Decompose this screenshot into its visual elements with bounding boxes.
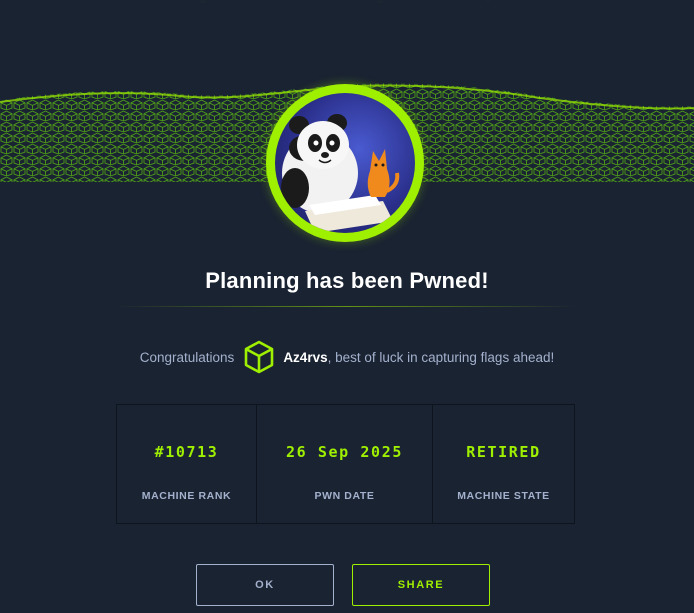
machine-avatar <box>266 84 424 242</box>
congrats-suffix: , best of luck in capturing flags ahead! <box>327 349 555 365</box>
stat-pwn-date: 26 Sep 2025 PWN DATE <box>257 405 433 523</box>
stat-label: PWN DATE <box>314 490 375 502</box>
stat-label: MACHINE STATE <box>457 490 550 502</box>
stats-panel: #10713 MACHINE RANK 26 Sep 2025 PWN DATE… <box>116 404 575 524</box>
congratulations-message: Congratulations Az4rvs , best of luck in… <box>0 340 694 374</box>
stat-value: #10713 <box>154 443 219 461</box>
stat-value: 26 Sep 2025 <box>286 443 403 461</box>
stat-label: MACHINE RANK <box>141 490 232 502</box>
username[interactable]: Az4rvs <box>283 350 327 365</box>
panda-machine-icon <box>275 93 415 233</box>
share-button[interactable]: SHARE <box>352 564 490 606</box>
user-cube-icon <box>245 340 274 374</box>
congrats-prefix: Congratulations <box>139 349 235 365</box>
stat-value: RETIRED <box>466 443 541 461</box>
stat-machine-rank: #10713 MACHINE RANK <box>117 405 257 523</box>
page-title: Planning has been Pwned! <box>205 268 489 293</box>
stat-machine-state: RETIRED MACHINE STATE <box>433 405 574 523</box>
title-divider <box>117 306 577 307</box>
ok-button[interactable]: OK <box>196 564 334 606</box>
